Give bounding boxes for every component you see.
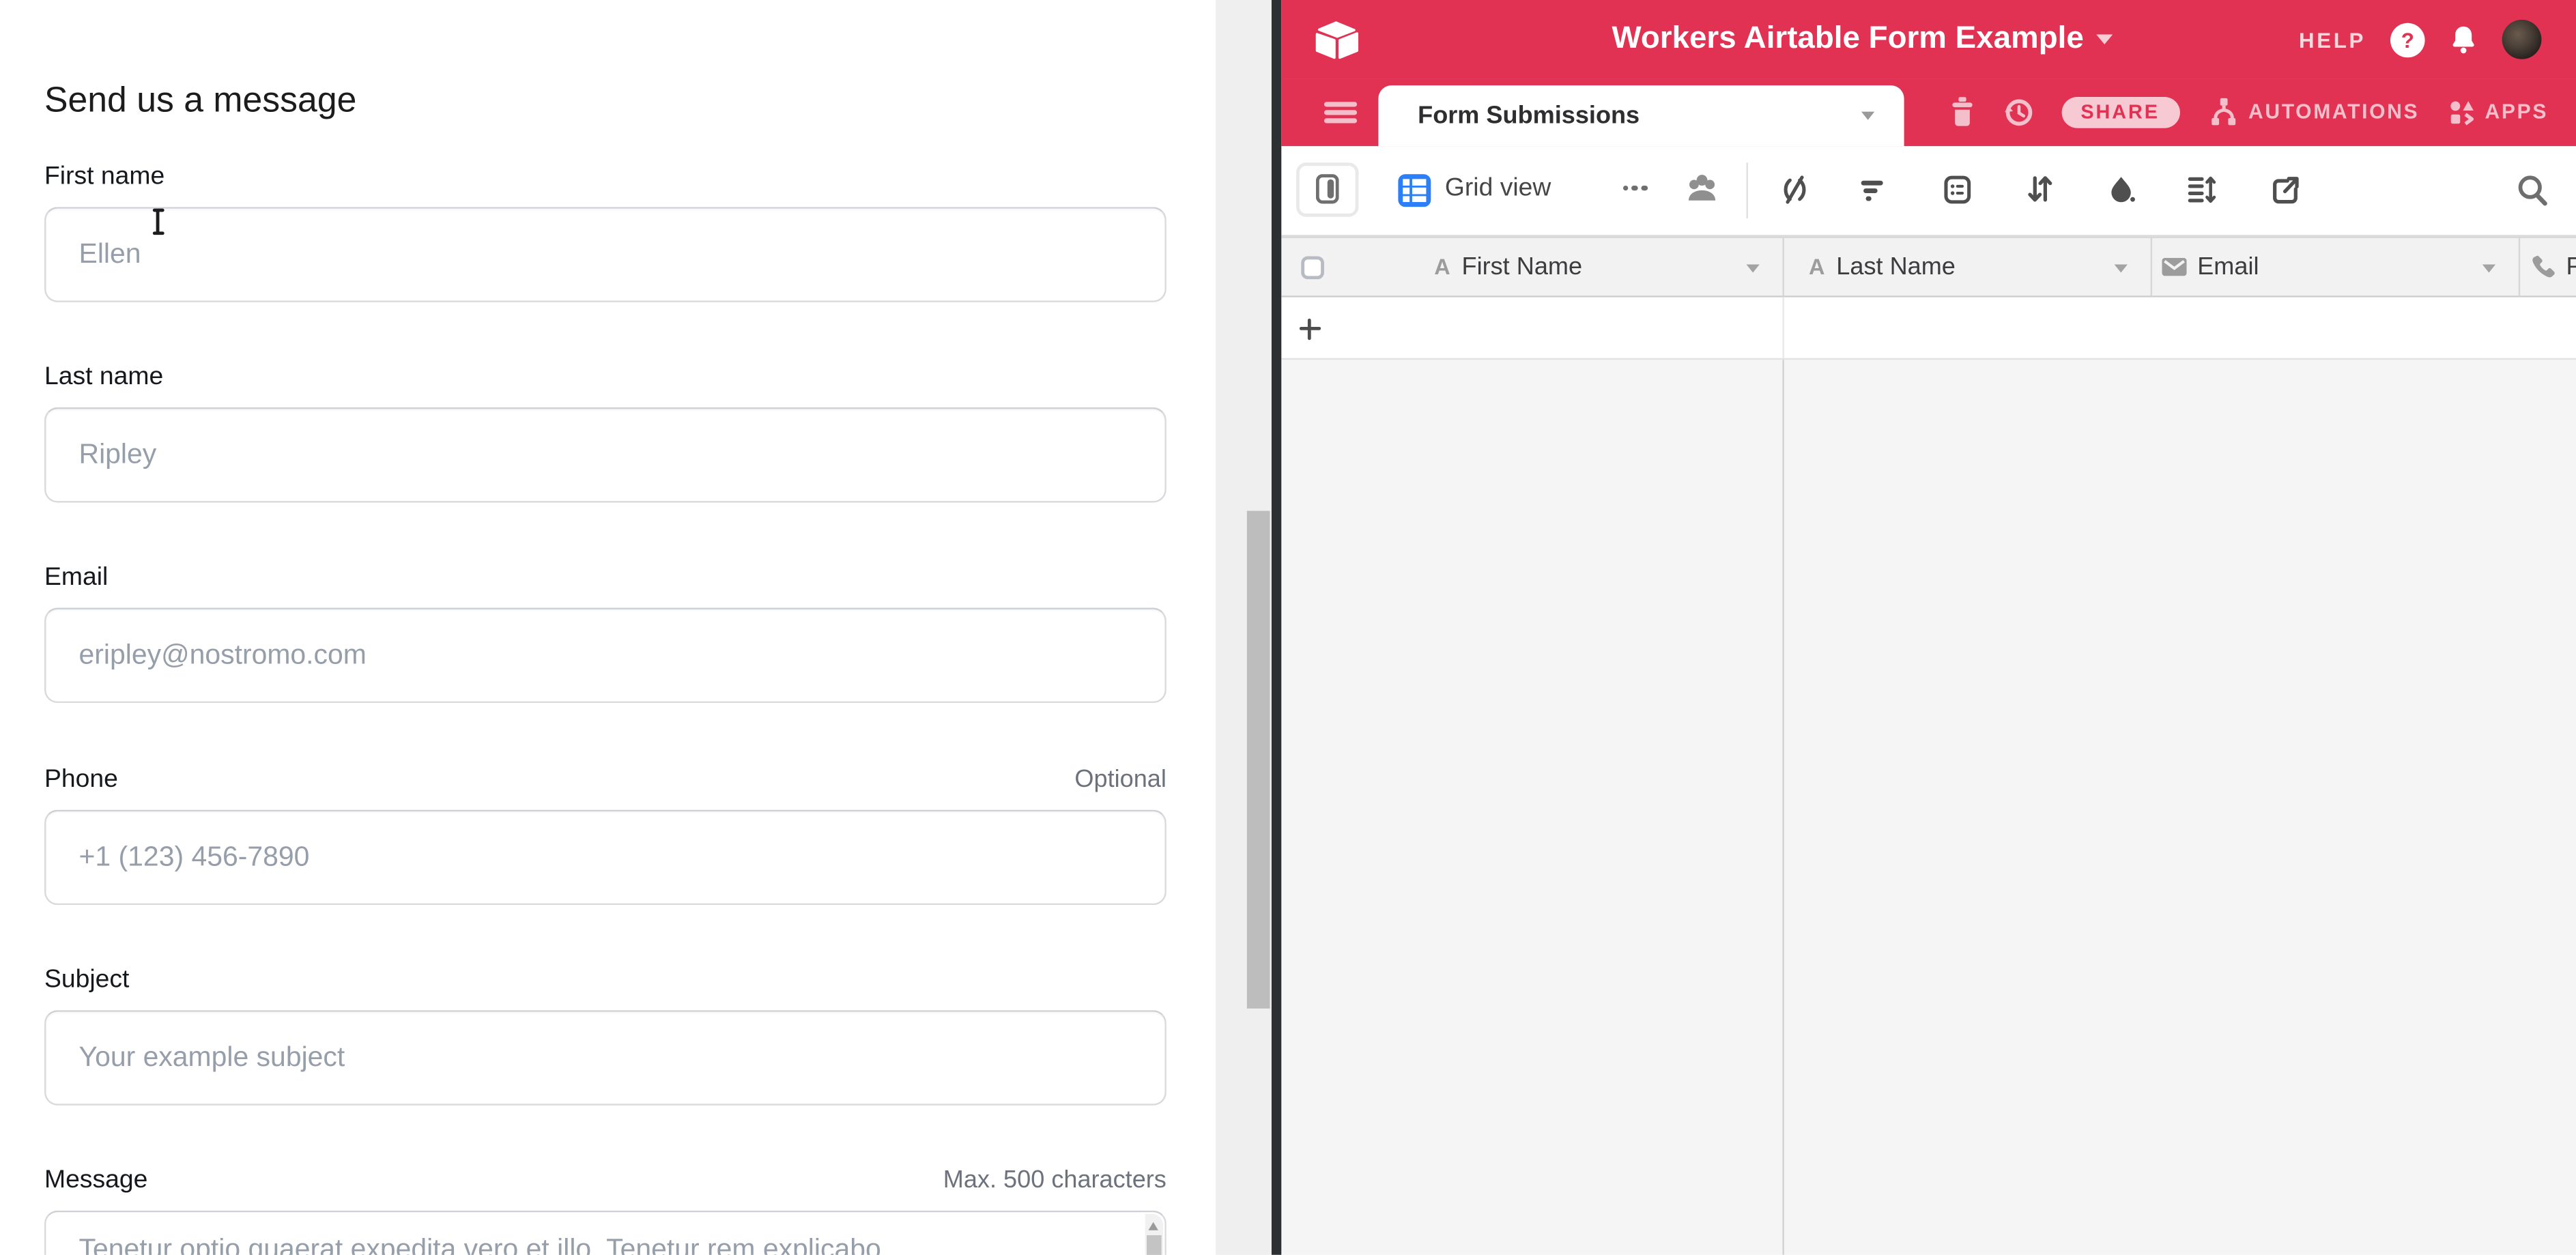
column-separator[interactable] <box>2519 237 2520 295</box>
filter-icon[interactable] <box>1852 170 1891 210</box>
field-message: Message Max. 500 characters Tenetur opti… <box>44 1166 1167 1255</box>
scroll-up-arrow-icon[interactable] <box>1148 1222 1158 1230</box>
base-title[interactable]: Workers Airtable Form Example <box>1612 21 2083 57</box>
phone-field-type-icon <box>2528 253 2555 280</box>
add-row[interactable] <box>1280 298 2576 360</box>
trash-icon[interactable] <box>1949 98 1974 127</box>
message-label: Message <box>44 1166 147 1196</box>
notifications-bell-icon[interactable] <box>2450 25 2478 54</box>
row-height-icon[interactable] <box>2180 170 2220 210</box>
column-name: Phone <box>2566 253 2576 280</box>
form-title: Send us a message <box>44 81 356 122</box>
automations-icon <box>2207 98 2239 127</box>
user-avatar[interactable] <box>2502 20 2542 59</box>
color-icon[interactable] <box>2101 170 2141 210</box>
help-button[interactable]: HELP <box>2299 27 2366 52</box>
field-email: Email <box>44 564 1167 704</box>
table-tab-caret-icon <box>1861 111 1874 119</box>
email-field-type-icon <box>2161 257 2186 275</box>
share-button[interactable]: SHARE <box>2061 96 2179 128</box>
sort-icon[interactable] <box>2019 170 2059 210</box>
column-separator[interactable] <box>2151 237 2152 295</box>
view-name[interactable]: Grid view <box>1445 174 1551 203</box>
column-header-email[interactable]: Email <box>2161 237 2259 295</box>
search-icon[interactable] <box>2513 170 2552 210</box>
column-name: First Name <box>1462 253 1583 280</box>
base-title-wrap[interactable]: Workers Airtable Form Example <box>1478 0 2248 79</box>
last-name-input[interactable] <box>44 407 1167 503</box>
phone-input[interactable] <box>44 810 1167 906</box>
column-name: Email <box>2197 253 2259 280</box>
text-cursor-icon <box>149 209 166 235</box>
view-options-ellipsis-icon[interactable] <box>1622 185 1662 194</box>
view-toolbar: Grid view <box>1280 145 2576 235</box>
browser-scrollbar-thumb[interactable] <box>1247 511 1269 1009</box>
add-row-plus-icon[interactable] <box>1299 318 1320 339</box>
column-caret-icon[interactable] <box>2113 263 2126 272</box>
tab-form-submissions[interactable]: Form Submissions <box>1378 85 1904 145</box>
first-name-label: First name <box>44 162 164 192</box>
email-input[interactable] <box>44 608 1167 704</box>
grid-body <box>1280 360 2576 1255</box>
window-separator <box>1271 0 1280 1255</box>
message-maxchars-note: Max. 500 characters <box>943 1166 1167 1194</box>
table-tabbar: Form Submissions <box>1280 79 2576 145</box>
table-tab-label: Form Submissions <box>1418 102 1861 130</box>
column-caret-icon[interactable] <box>2482 263 2495 272</box>
field-last-name: Last name <box>44 363 1167 503</box>
field-subject: Subject <box>44 966 1167 1106</box>
subject-input[interactable] <box>44 1010 1167 1106</box>
group-icon[interactable] <box>1937 170 1977 210</box>
collaborators-icon[interactable] <box>1683 170 1723 210</box>
toolbar-divider <box>1747 162 1748 218</box>
select-all-checkbox[interactable] <box>1300 255 1323 278</box>
email-label: Email <box>44 564 108 593</box>
column-header-first-name[interactable]: A First Name <box>1434 237 1582 295</box>
frozen-column-line <box>1782 298 1784 358</box>
frozen-column-line <box>1782 360 1784 1255</box>
automations-label: AUTOMATIONS <box>2248 100 2419 124</box>
column-header-last-name[interactable]: A Last Name <box>1809 237 1956 295</box>
textarea-scrollbar[interactable] <box>1145 1214 1163 1255</box>
header-right-cluster: HELP ? <box>2299 0 2541 79</box>
apps-icon <box>2447 98 2475 126</box>
sidebar-toggle-icon <box>1316 174 1339 203</box>
browser-scrollbar-track[interactable] <box>1216 0 1271 1255</box>
first-name-input[interactable] <box>44 207 1167 302</box>
airtable-header: Workers Airtable Form Example HELP ? <box>1280 0 2576 79</box>
message-textarea[interactable]: Tenetur optio quaerat expedita vero et i… <box>44 1211 1167 1255</box>
apps-label: APPS <box>2485 100 2549 124</box>
hide-fields-icon[interactable] <box>1774 170 1814 210</box>
automations-button[interactable]: AUTOMATIONS <box>2207 98 2419 127</box>
column-caret-icon[interactable] <box>1745 263 1758 272</box>
phone-label: Phone <box>44 766 118 795</box>
column-name: Last Name <box>1836 253 1956 280</box>
airtable-pane: Workers Airtable Form Example HELP ? For… <box>1280 0 2576 1255</box>
base-title-caret-icon <box>2097 35 2113 44</box>
column-header-phone[interactable]: Phone <box>2528 237 2576 295</box>
text-field-type-icon: A <box>1434 255 1450 277</box>
share-button-label: SHARE <box>2080 100 2160 124</box>
help-question-icon[interactable]: ? <box>2390 22 2425 57</box>
grid-view-icon[interactable] <box>1397 173 1430 206</box>
apps-button[interactable]: APPS <box>2447 98 2548 126</box>
views-sidebar-toggle-button[interactable] <box>1296 162 1358 216</box>
textarea-scroll-thumb[interactable] <box>1147 1235 1162 1255</box>
last-name-label: Last name <box>44 363 163 392</box>
grid-column-header: A First Name A Last Name Email <box>1280 235 2576 297</box>
contact-form-pane: Send us a message First name Last name E… <box>0 0 1216 1255</box>
field-first-name: First name <box>44 162 1167 302</box>
airtable-logo-icon[interactable] <box>1312 20 1361 61</box>
hamburger-menu-icon[interactable] <box>1323 102 1356 123</box>
share-view-icon[interactable] <box>2265 170 2305 210</box>
phone-optional-note: Optional <box>1074 766 1166 794</box>
field-phone: Phone Optional <box>44 766 1167 906</box>
tabbar-actions: SHARE AUTOMATIONS <box>1949 79 2548 145</box>
screen: Send us a message First name Last name E… <box>0 0 2576 1255</box>
column-separator[interactable] <box>1782 237 1784 295</box>
subject-label: Subject <box>44 966 129 995</box>
history-icon[interactable] <box>2002 96 2033 128</box>
text-field-type-icon: A <box>1809 255 1824 277</box>
